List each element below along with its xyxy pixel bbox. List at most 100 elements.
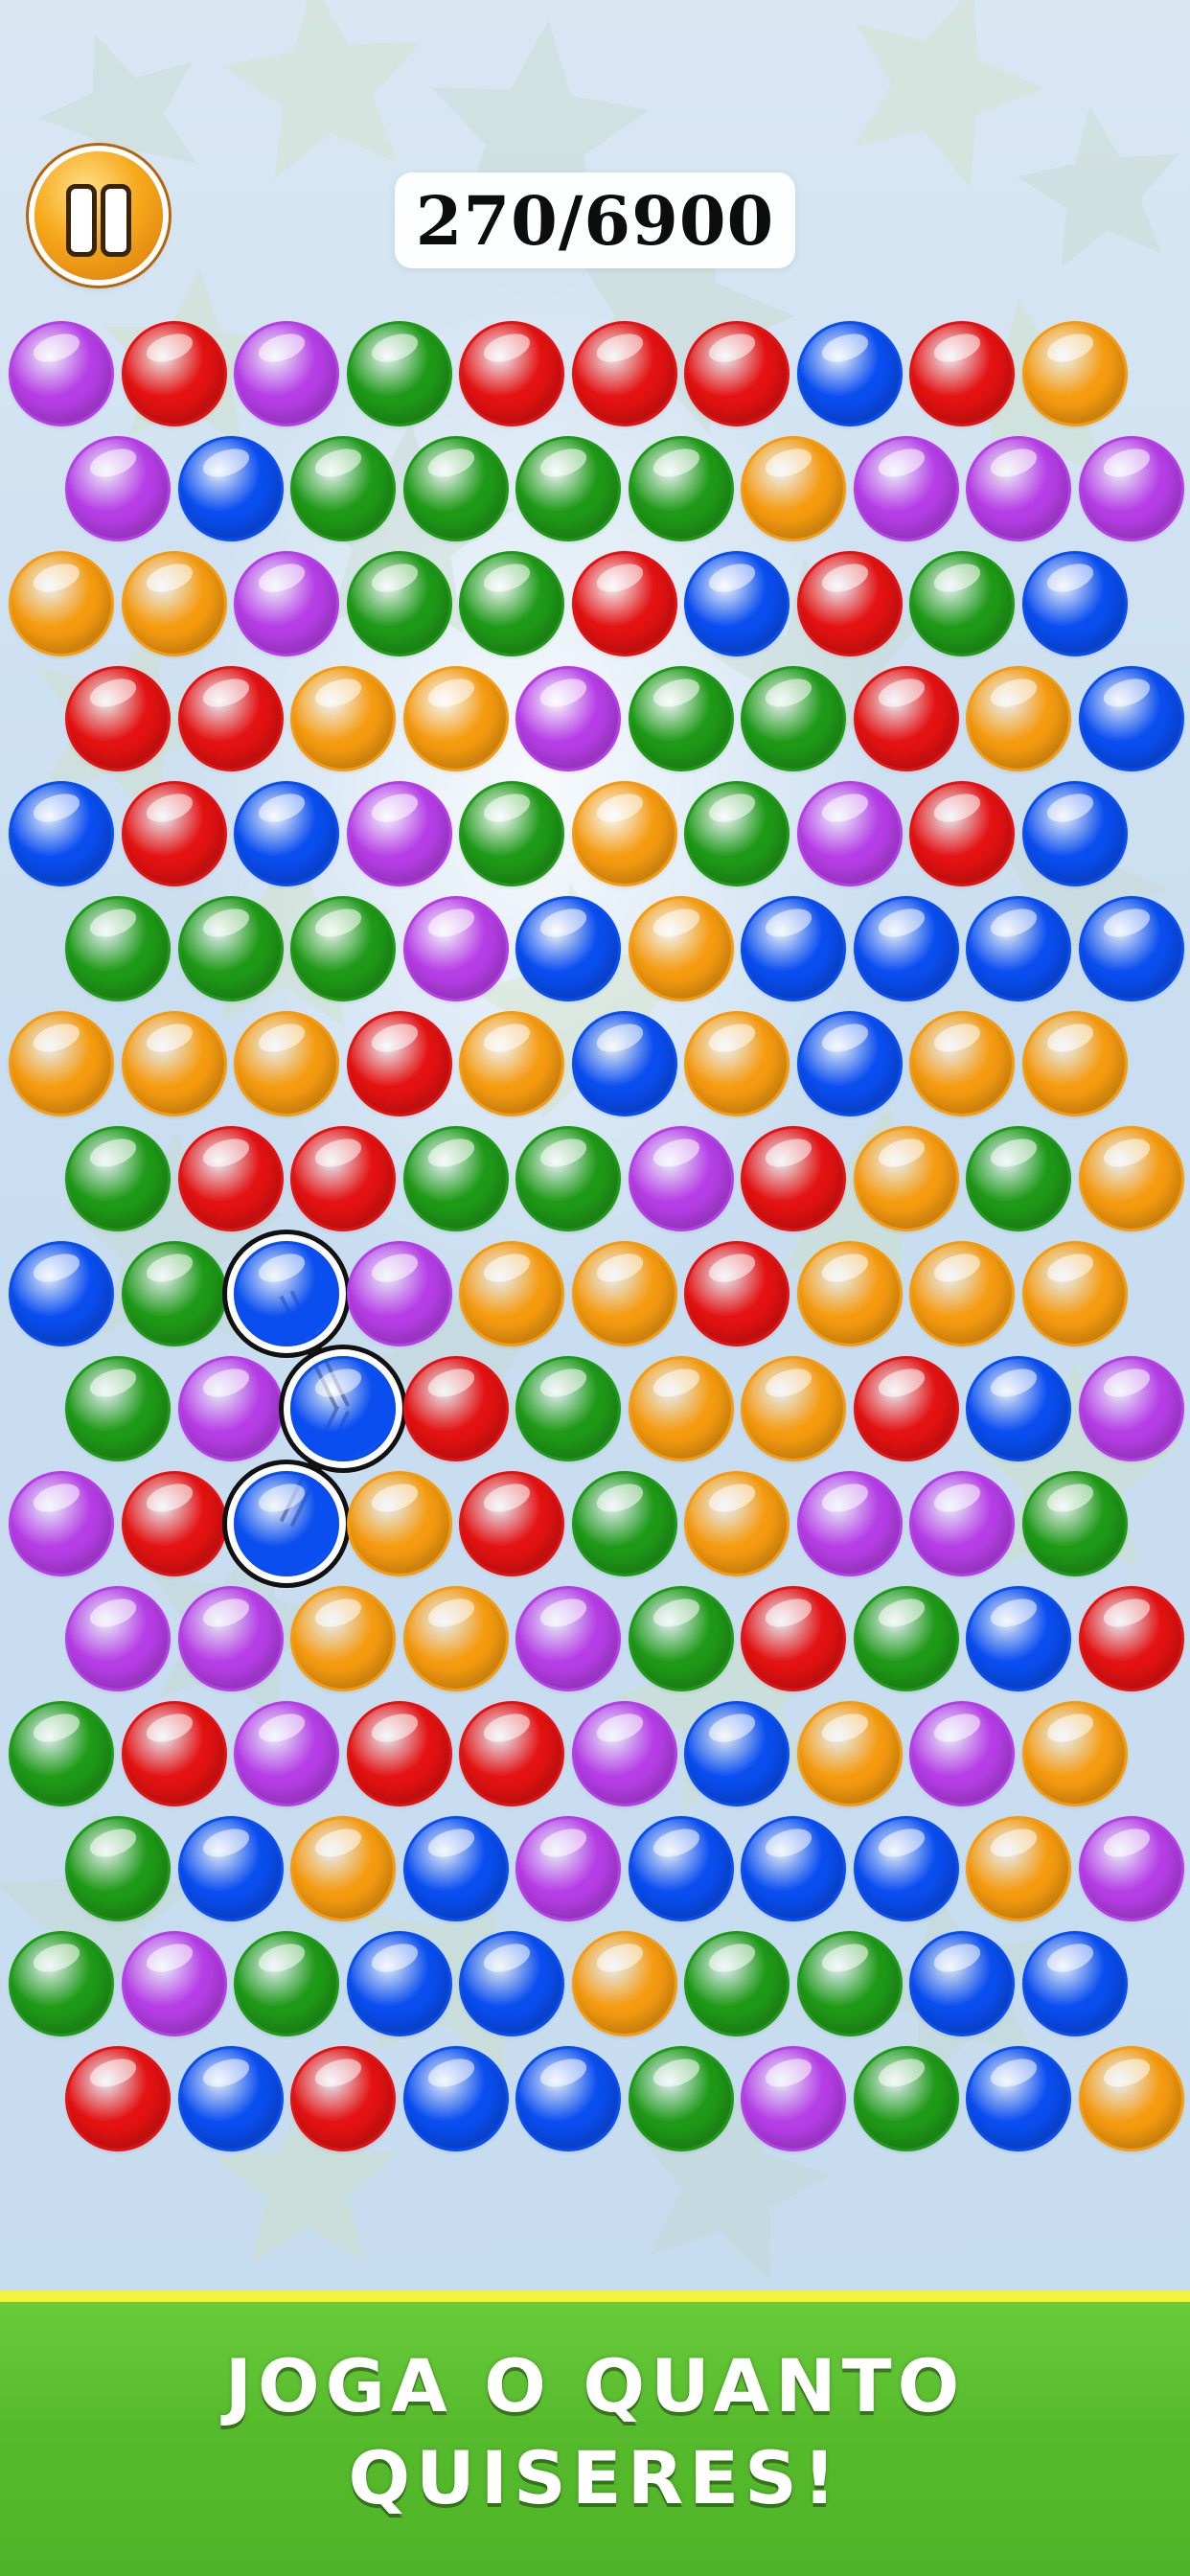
- bubble-purple[interactable]: [346, 781, 452, 886]
- bubble-green[interactable]: [9, 1701, 114, 1806]
- bubble-blue[interactable]: [459, 1931, 564, 2036]
- bubble-green[interactable]: [796, 1931, 903, 2036]
- bubble-blue[interactable]: [515, 2046, 621, 2151]
- bubble-orange[interactable]: [459, 1011, 564, 1116]
- bubble-blue[interactable]: [1078, 896, 1184, 1001]
- bubble-orange[interactable]: [796, 1701, 903, 1806]
- bubble-purple[interactable]: [1078, 436, 1184, 541]
- bubble-blue[interactable]: [796, 1011, 903, 1116]
- bubble-purple[interactable]: [65, 436, 171, 541]
- bubble-blue[interactable]: [1021, 781, 1128, 886]
- bubble-orange[interactable]: [571, 781, 677, 886]
- bubble-purple[interactable]: [65, 1586, 171, 1691]
- bubble-red[interactable]: [121, 781, 227, 886]
- bubble-blue[interactable]: [1078, 666, 1184, 771]
- bubble-purple[interactable]: [234, 551, 339, 656]
- bubble-purple[interactable]: [346, 1241, 452, 1346]
- bubble-orange[interactable]: [1078, 2046, 1184, 2151]
- bubble-blue[interactable]: [966, 2046, 1071, 2151]
- bubble-blue[interactable]: [402, 1816, 509, 1921]
- bubble-blue[interactable]: [346, 1931, 452, 2036]
- bubble-green[interactable]: [571, 1471, 677, 1576]
- bubble-red[interactable]: [459, 321, 564, 426]
- bubble-blue[interactable]: [177, 1816, 284, 1921]
- bubble-blue[interactable]: [1021, 1931, 1128, 2036]
- bubble-red[interactable]: [177, 666, 284, 771]
- bubble-orange[interactable]: [628, 896, 734, 1001]
- bubble-purple[interactable]: [1078, 1816, 1184, 1921]
- bubble-orange[interactable]: [966, 1816, 1071, 1921]
- bubble-purple[interactable]: [234, 1701, 339, 1806]
- bubble-blue[interactable]: [515, 896, 621, 1001]
- bubble-green[interactable]: [628, 666, 734, 771]
- bubble-red[interactable]: [121, 1471, 227, 1576]
- bubble-blue[interactable]: [684, 551, 790, 656]
- bubble-blue[interactable]: [684, 1701, 790, 1806]
- bubble-orange[interactable]: [402, 1586, 509, 1691]
- bubble-orange[interactable]: [121, 551, 227, 656]
- bubble-orange[interactable]: [290, 666, 396, 771]
- bubble-red[interactable]: [684, 1241, 790, 1346]
- pause-button[interactable]: [34, 151, 163, 280]
- bubble-blue[interactable]: [796, 321, 903, 426]
- bubble-red[interactable]: [459, 1701, 564, 1806]
- bubble-green[interactable]: [909, 551, 1015, 656]
- bubble-red[interactable]: [121, 321, 227, 426]
- bubble-orange[interactable]: [966, 666, 1071, 771]
- bubble-orange[interactable]: [684, 1471, 790, 1576]
- bubble-green[interactable]: [234, 1931, 339, 2036]
- bubble-orange[interactable]: [1021, 321, 1128, 426]
- bubble-green[interactable]: [1021, 1471, 1128, 1576]
- bubble-orange[interactable]: [796, 1241, 903, 1346]
- bubble-blue[interactable]: [234, 1241, 339, 1346]
- bubble-red[interactable]: [290, 2046, 396, 2151]
- bubble-green[interactable]: [402, 1126, 509, 1231]
- bubble-blue[interactable]: [966, 1356, 1071, 1461]
- bubble-purple[interactable]: [515, 666, 621, 771]
- bubble-red[interactable]: [684, 321, 790, 426]
- bubble-purple[interactable]: [966, 436, 1071, 541]
- bubble-blue[interactable]: [1021, 551, 1128, 656]
- bubble-green[interactable]: [9, 1931, 114, 2036]
- bubble-green[interactable]: [346, 551, 452, 656]
- bubble-red[interactable]: [741, 1126, 846, 1231]
- bubble-red[interactable]: [290, 1126, 396, 1231]
- bubble-purple[interactable]: [1078, 1356, 1184, 1461]
- bubble-blue[interactable]: [290, 1356, 396, 1461]
- bubble-red[interactable]: [65, 666, 171, 771]
- bubble-green[interactable]: [966, 1126, 1071, 1231]
- bubble-green[interactable]: [515, 436, 621, 541]
- bubble-orange[interactable]: [1078, 1126, 1184, 1231]
- bubble-orange[interactable]: [346, 1471, 452, 1576]
- bubble-orange[interactable]: [290, 1816, 396, 1921]
- bubble-blue[interactable]: [741, 1816, 846, 1921]
- bubble-orange[interactable]: [853, 1126, 959, 1231]
- bubble-orange[interactable]: [234, 1011, 339, 1116]
- bubble-green[interactable]: [65, 1356, 171, 1461]
- bubble-red[interactable]: [571, 321, 677, 426]
- bubble-orange[interactable]: [628, 1356, 734, 1461]
- bubble-blue[interactable]: [234, 1471, 339, 1576]
- bubble-green[interactable]: [290, 436, 396, 541]
- bubble-green[interactable]: [459, 781, 564, 886]
- bubble-green[interactable]: [515, 1126, 621, 1231]
- bubble-blue[interactable]: [9, 781, 114, 886]
- bubble-red[interactable]: [571, 551, 677, 656]
- bubble-green[interactable]: [121, 1241, 227, 1346]
- bubble-red[interactable]: [853, 666, 959, 771]
- bubble-red[interactable]: [853, 1356, 959, 1461]
- bubble-red[interactable]: [346, 1011, 452, 1116]
- bubble-blue[interactable]: [177, 436, 284, 541]
- bubble-orange[interactable]: [909, 1011, 1015, 1116]
- bubble-orange[interactable]: [9, 551, 114, 656]
- bubble-green[interactable]: [177, 896, 284, 1001]
- bubble-purple[interactable]: [853, 436, 959, 541]
- bubble-red[interactable]: [177, 1126, 284, 1231]
- bubble-purple[interactable]: [177, 1586, 284, 1691]
- bubble-blue[interactable]: [966, 896, 1071, 1001]
- bubble-green[interactable]: [290, 896, 396, 1001]
- bubble-blue[interactable]: [177, 2046, 284, 2151]
- bubble-blue[interactable]: [571, 1011, 677, 1116]
- bubble-red[interactable]: [741, 1586, 846, 1691]
- bubble-blue[interactable]: [966, 1586, 1071, 1691]
